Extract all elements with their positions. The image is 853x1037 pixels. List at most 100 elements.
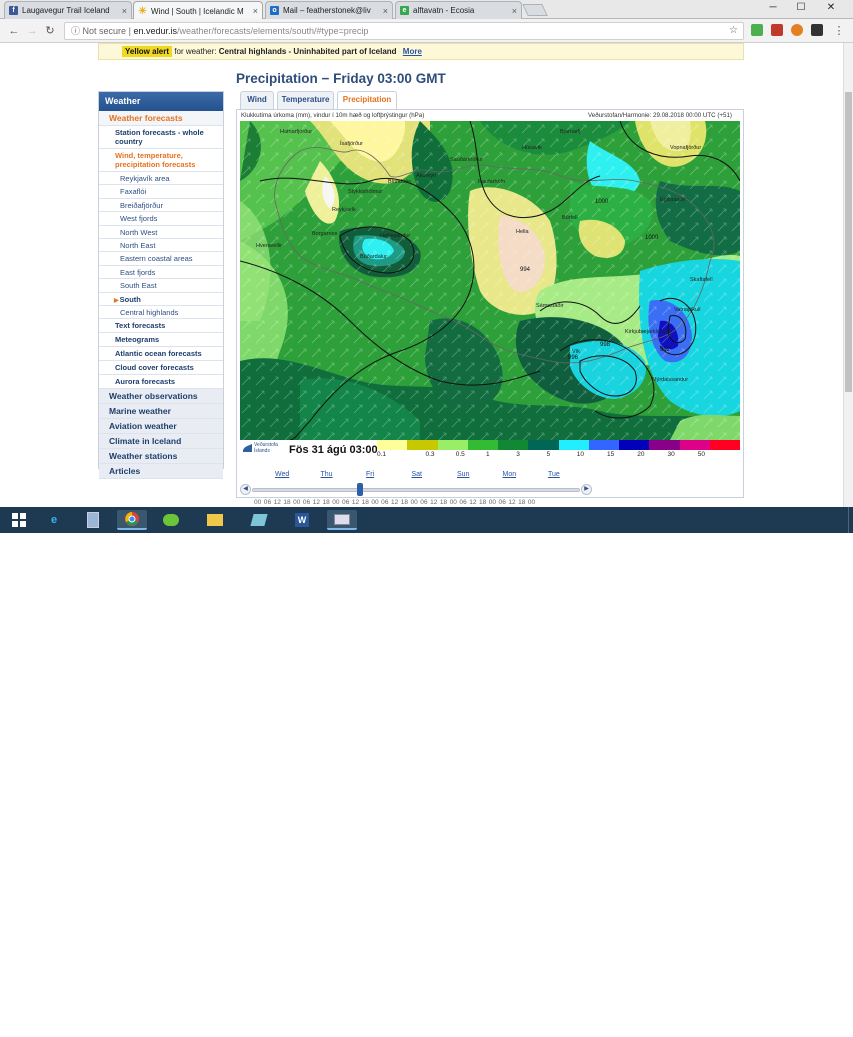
- chrome-menu-icon[interactable]: ⋮: [831, 23, 847, 39]
- hour-tick[interactable]: 00: [489, 499, 496, 506]
- green-app-icon[interactable]: [156, 510, 186, 530]
- volume-icon[interactable]: ◁: [790, 1020, 797, 1031]
- sidebar-item-station-forecasts-whole-country[interactable]: Station forecasts - whole country: [99, 126, 223, 149]
- slider-track[interactable]: [252, 488, 580, 492]
- address-bar[interactable]: ⓘ Not secure | en.vedur.is/weather/forec…: [64, 22, 744, 40]
- browser-tab[interactable]: ☀ Wind | South | Icelandic M ×: [133, 1, 263, 20]
- hour-tick[interactable]: 00: [528, 499, 535, 506]
- hour-tick[interactable]: 18: [322, 499, 329, 506]
- tab-close-icon[interactable]: ×: [383, 6, 388, 16]
- alert-more-link[interactable]: More: [403, 47, 422, 56]
- new-tab-button[interactable]: [522, 4, 548, 16]
- hour-tick[interactable]: 00: [254, 499, 261, 506]
- info-icon[interactable]: ⓘ: [71, 26, 80, 36]
- maximize-icon[interactable]: ☐: [790, 0, 812, 16]
- extension-ublock-icon[interactable]: [771, 24, 783, 36]
- hour-tick[interactable]: 12: [508, 499, 515, 506]
- hour-tick[interactable]: 18: [518, 499, 525, 506]
- hour-tick[interactable]: 06: [381, 499, 388, 506]
- reload-icon[interactable]: ↻: [42, 23, 58, 39]
- hour-tick[interactable]: 00: [293, 499, 300, 506]
- sidebar-item-text-forecasts[interactable]: Text forecasts: [99, 319, 223, 334]
- hour-tick[interactable]: 00: [332, 499, 339, 506]
- sidebar-item-aviation-weather[interactable]: Aviation weather: [99, 419, 223, 435]
- sidebar-item-north-west[interactable]: North West: [99, 226, 223, 239]
- sidebar-item-south[interactable]: ▶South: [99, 293, 223, 306]
- day-link[interactable]: Wed: [275, 471, 289, 478]
- tab-close-icon[interactable]: ×: [253, 6, 258, 16]
- back-arrow-icon[interactable]: ←: [6, 23, 22, 39]
- sidebar-item-faxafl-i[interactable]: Faxaflói: [99, 185, 223, 199]
- day-link[interactable]: Thu: [321, 471, 333, 478]
- extension-circle-icon[interactable]: [791, 24, 803, 36]
- sidebar-item-marine-weather[interactable]: Marine weather: [99, 404, 223, 420]
- sidebar-item-eastern-coastal-areas[interactable]: Eastern coastal areas: [99, 252, 223, 266]
- extension-incognito-icon[interactable]: [811, 24, 823, 36]
- sidebar-item-weather-observations[interactable]: Weather observations: [99, 389, 223, 405]
- hour-tick[interactable]: 18: [283, 499, 290, 506]
- sidebar-item-east-fjords[interactable]: East fjords: [99, 266, 223, 280]
- taskbar-clock[interactable]: 08:55 29/08/2018: [800, 1017, 844, 1037]
- sidebar-item-wind-temperature-precipitation-forecasts[interactable]: Wind, temperature, precipitation forecas…: [99, 149, 223, 172]
- hour-tick[interactable]: 18: [362, 499, 369, 506]
- file-cabinet-icon[interactable]: [78, 510, 108, 530]
- sidebar-item-central-highlands[interactable]: Central highlands: [99, 306, 223, 320]
- sidebar-item-aurora-forecasts[interactable]: Aurora forecasts: [99, 375, 223, 390]
- browser-tab[interactable]: e alftavatn - Ecosia ×: [395, 1, 522, 19]
- show-desktop-button[interactable]: [848, 507, 853, 533]
- minimize-icon[interactable]: ─: [762, 0, 784, 16]
- hour-tick[interactable]: 12: [469, 499, 476, 506]
- network-icon[interactable]: ◢: [778, 1020, 785, 1031]
- extension-evernote-icon[interactable]: [751, 24, 763, 36]
- slider-handle[interactable]: [357, 483, 364, 496]
- hour-tick[interactable]: 00: [371, 499, 378, 506]
- hour-tick[interactable]: 00: [450, 499, 457, 506]
- sidebar-item-brei-afj-r-ur[interactable]: Breiðafjörður: [99, 199, 223, 213]
- word-icon[interactable]: W: [287, 510, 317, 530]
- sidebar-item-reykjav-k-area[interactable]: Reykjavík area: [99, 172, 223, 186]
- sidebar-item-meteograms[interactable]: Meteograms: [99, 333, 223, 348]
- hour-tick[interactable]: 18: [440, 499, 447, 506]
- bookmark-star-icon[interactable]: ☆: [729, 23, 738, 39]
- hour-tick[interactable]: 18: [479, 499, 486, 506]
- windows-start-icon[interactable]: [4, 510, 34, 530]
- tab-temperature[interactable]: Temperature: [277, 91, 334, 109]
- close-window-icon[interactable]: ✕: [820, 0, 842, 16]
- hour-tick[interactable]: 06: [420, 499, 427, 506]
- sidebar-item-south-east[interactable]: South East: [99, 279, 223, 293]
- hour-tick[interactable]: 06: [342, 499, 349, 506]
- hour-tick[interactable]: 00: [411, 499, 418, 506]
- slider-next-button[interactable]: ▶: [581, 484, 592, 495]
- sidebar-item-cloud-cover-forecasts[interactable]: Cloud cover forecasts: [99, 361, 223, 376]
- sidebar-item-north-east[interactable]: North East: [99, 239, 223, 253]
- internet-explorer-icon[interactable]: e: [39, 510, 69, 530]
- sidebar-item-climate-in-iceland[interactable]: Climate in Iceland: [99, 434, 223, 450]
- notes-icon[interactable]: [244, 510, 274, 530]
- tab-close-icon[interactable]: ×: [512, 6, 517, 16]
- hour-tick[interactable]: 06: [499, 499, 506, 506]
- hour-tick[interactable]: 18: [401, 499, 408, 506]
- tab-precipitation[interactable]: Precipitation: [337, 91, 397, 110]
- tab-wind[interactable]: Wind: [240, 91, 274, 109]
- sidebar-item-articles[interactable]: Articles: [99, 464, 223, 480]
- hour-tick[interactable]: 12: [274, 499, 281, 506]
- browser-tab[interactable]: f Laugavegur Trail Iceland ×: [4, 1, 132, 19]
- day-link[interactable]: Sat: [412, 471, 423, 478]
- day-link[interactable]: Mon: [503, 471, 517, 478]
- battery-icon[interactable]: ▯: [765, 1020, 770, 1031]
- hour-tick[interactable]: 12: [391, 499, 398, 506]
- hour-tick[interactable]: 06: [303, 499, 310, 506]
- hour-tick[interactable]: 06: [459, 499, 466, 506]
- sidebar-item-west-fjords[interactable]: West fjords: [99, 212, 223, 226]
- day-link[interactable]: Sun: [457, 471, 469, 478]
- tab-close-icon[interactable]: ×: [122, 6, 127, 16]
- hour-tick[interactable]: 12: [352, 499, 359, 506]
- time-slider[interactable]: ◀ ▶: [240, 483, 592, 497]
- remote-desktop-icon[interactable]: [327, 510, 357, 530]
- keyboard-icon[interactable]: ⌨: [722, 1020, 735, 1031]
- day-link[interactable]: Fri: [366, 471, 374, 478]
- sidebar-item-weather-stations[interactable]: Weather stations: [99, 449, 223, 465]
- slider-prev-button[interactable]: ◀: [240, 484, 251, 495]
- scrollbar-thumb[interactable]: [845, 92, 852, 392]
- hour-tick[interactable]: 12: [313, 499, 320, 506]
